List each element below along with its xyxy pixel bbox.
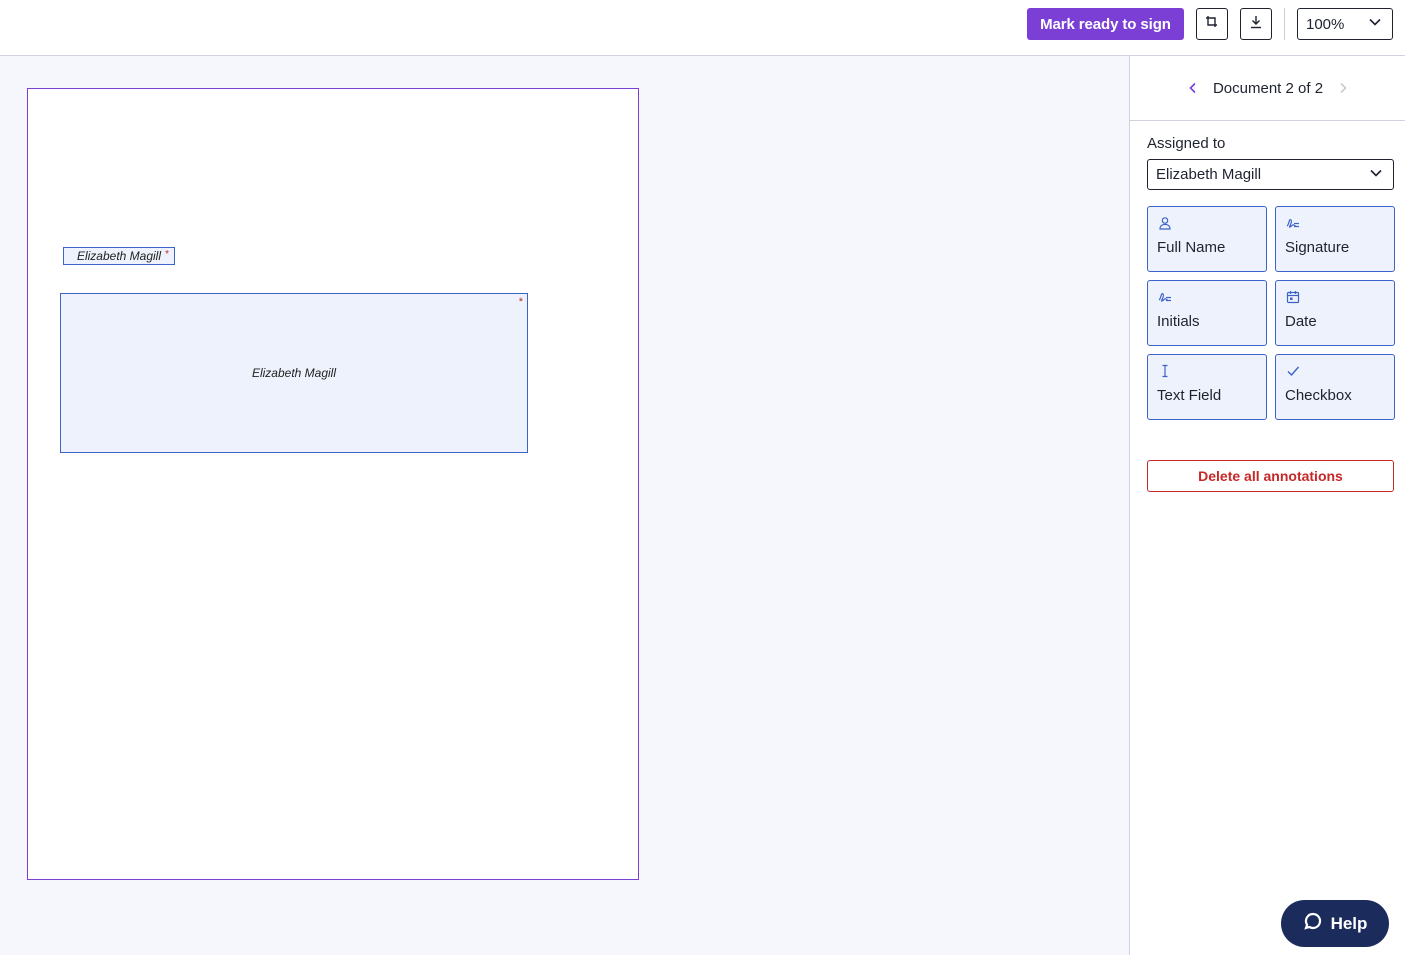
assignee-value: Elizabeth Magill <box>1156 166 1262 183</box>
download-button[interactable] <box>1240 8 1272 40</box>
assignee-select[interactable]: Elizabeth Magill <box>1147 159 1394 190</box>
document-page: Elizabeth Magill * Elizabeth Magill * <box>27 88 639 880</box>
annotation-signature[interactable]: Elizabeth Magill * <box>60 293 528 453</box>
chevron-left-icon <box>1189 82 1196 94</box>
person-icon <box>1158 216 1172 230</box>
initials-tool-button[interactable]: Initials <box>1147 280 1267 346</box>
mark-ready-to-sign-button[interactable]: Mark ready to sign <box>1027 8 1184 40</box>
next-document-button[interactable] <box>1333 78 1353 98</box>
crop-button[interactable] <box>1196 8 1228 40</box>
date-tool-button[interactable]: Date <box>1275 280 1395 346</box>
annotation-assignee-label: Elizabeth Magill <box>76 249 162 263</box>
required-marker: * <box>518 296 523 308</box>
required-marker: * <box>165 249 169 260</box>
check-icon <box>1286 364 1300 378</box>
chevron-right-icon <box>1340 82 1347 94</box>
tool-label: Text Field <box>1157 387 1222 404</box>
chat-bubble-icon <box>1303 911 1323 936</box>
tool-label: Initials <box>1157 313 1200 330</box>
zoom-value: 100% <box>1306 15 1345 33</box>
text-field-tool-button[interactable]: Text Field <box>1147 354 1267 420</box>
annotation-panel: Document 2 of 2 Assigned to Elizabeth Ma… <box>1129 56 1405 955</box>
calendar-icon <box>1286 290 1300 304</box>
annotation-assignee-label: Elizabeth Magill <box>251 366 337 380</box>
delete-all-annotations-button[interactable]: Delete all annotations <box>1147 460 1394 492</box>
tool-label: Date <box>1285 313 1317 330</box>
document-canvas: Elizabeth Magill * Elizabeth Magill * <box>0 56 1129 955</box>
previous-document-button[interactable] <box>1183 78 1203 98</box>
download-icon <box>1249 15 1263 34</box>
toolbar-divider <box>1284 8 1285 40</box>
top-toolbar: Mark ready to sign 100% <box>0 0 1405 56</box>
help-label: Help <box>1330 913 1368 933</box>
annotation-full-name[interactable]: Elizabeth Magill * <box>63 247 175 265</box>
full-name-tool-button[interactable]: Full Name <box>1147 206 1267 272</box>
document-counter: Document 2 of 2 <box>1212 79 1324 97</box>
document-navigator: Document 2 of 2 <box>1130 56 1405 121</box>
signature-icon <box>1286 216 1300 230</box>
tool-label: Signature <box>1285 239 1350 256</box>
zoom-select[interactable]: 100% <box>1297 8 1393 40</box>
tool-label: Full Name <box>1157 239 1226 256</box>
crop-icon <box>1205 15 1219 34</box>
initials-icon <box>1158 290 1172 304</box>
help-button[interactable]: Help <box>1281 900 1389 947</box>
assigned-to-label: Assigned to <box>1147 135 1226 152</box>
checkbox-tool-button[interactable]: Checkbox <box>1275 354 1395 420</box>
tool-label: Checkbox <box>1285 387 1352 404</box>
chevron-down-icon <box>1368 15 1382 33</box>
chevron-down-icon <box>1369 166 1383 184</box>
text-cursor-icon <box>1158 364 1172 378</box>
signature-tool-button[interactable]: Signature <box>1275 206 1395 272</box>
